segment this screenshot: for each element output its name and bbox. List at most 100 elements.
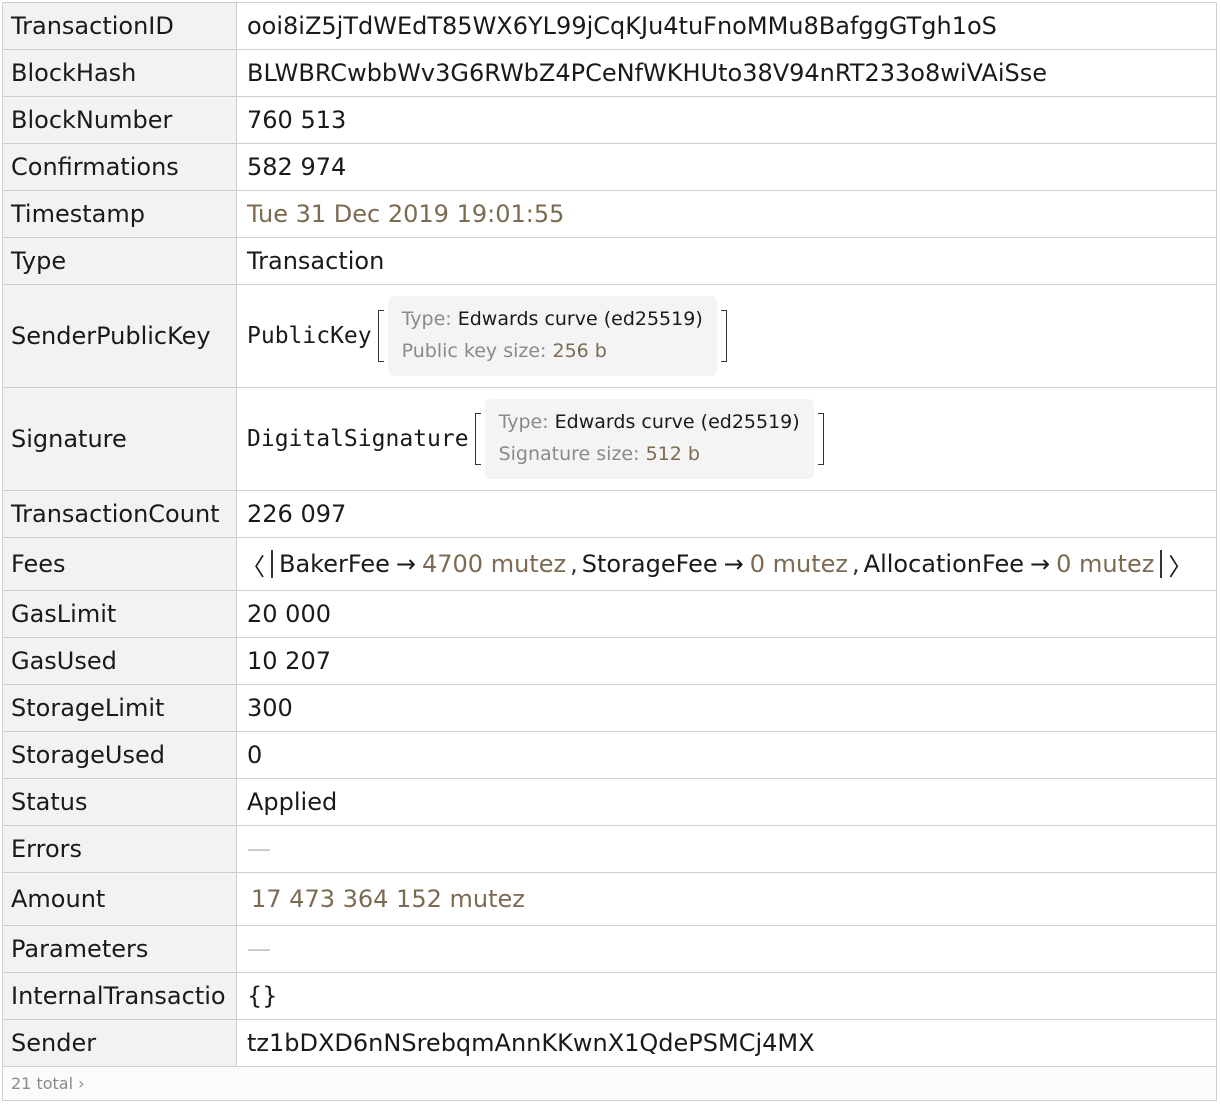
key-amount: Amount — [3, 873, 237, 925]
row-gas-used: GasUsed 10 207 — [3, 638, 1217, 685]
public-key-size-label: Public key size: — [401, 340, 547, 362]
signature-type-label: Type: — [498, 411, 549, 433]
row-signature: Signature DigitalSignature Type: Edwards… — [3, 388, 1217, 491]
fee-separator: , — [852, 550, 860, 578]
public-key-size-value: 256 b — [552, 340, 607, 362]
fee-name: StorageFee — [581, 550, 718, 578]
association-left-bar — [271, 550, 273, 578]
public-key-size-line: Public key size: 256 b — [402, 340, 703, 362]
public-key-panel: Type: Edwards curve (ed25519) Public key… — [387, 296, 717, 376]
row-parameters: Parameters — — [3, 926, 1217, 973]
signature-head: DigitalSignature — [247, 426, 469, 452]
public-key-type-line: Type: Edwards curve (ed25519) — [402, 308, 703, 330]
key-block-number: BlockNumber — [3, 97, 237, 143]
row-internal-transactions: InternalTransactio {} — [3, 973, 1217, 1020]
value-gas-limit: 20 000 — [237, 591, 1217, 637]
right-bracket-icon — [720, 310, 727, 362]
association-right-bar — [1160, 550, 1163, 578]
row-block-number: BlockNumber 760 513 — [3, 97, 1217, 144]
key-storage-limit: StorageLimit — [3, 685, 237, 731]
key-sender-public-key: SenderPublicKey — [3, 285, 237, 387]
key-gas-limit: GasLimit — [3, 591, 237, 637]
key-parameters: Parameters — [3, 926, 237, 972]
key-fees: Fees — [3, 538, 237, 590]
key-storage-used: StorageUsed — [3, 732, 237, 778]
fee-item-baker: BakerFee → 4700 mutez, — [279, 550, 582, 578]
arrow-icon: → — [723, 550, 744, 578]
row-status: Status Applied — [3, 779, 1217, 826]
public-key-summary-box[interactable]: Type: Edwards curve (ed25519) Public key… — [377, 296, 727, 376]
left-bracket-icon — [474, 413, 481, 465]
public-key-type-label: Type: — [401, 308, 452, 330]
fee-item-allocation: AllocationFee → 0 mutez — [864, 550, 1155, 578]
value-gas-used: 10 207 — [237, 638, 1217, 684]
key-status: Status — [3, 779, 237, 825]
key-transaction-id: TransactionID — [3, 3, 237, 49]
association-close-icon: 〉 — [1168, 552, 1193, 581]
fees-association[interactable]: 〈 BakerFee → 4700 mutez, StorageFee → 0 mute… — [241, 547, 1192, 582]
fee-name: AllocationFee — [863, 550, 1024, 578]
key-sender: Sender — [3, 1020, 237, 1066]
value-block-hash: BLWBRCwbbWv3G6RWbZ4PCeNfWKHUto38V94nRT23… — [237, 50, 1217, 96]
row-errors: Errors — — [3, 826, 1217, 873]
signature-type-value: Edwards curve (ed25519) — [554, 411, 800, 433]
row-gas-limit: GasLimit 20 000 — [3, 591, 1217, 638]
arrow-icon: → — [395, 550, 416, 578]
arrow-icon: → — [1030, 550, 1051, 578]
right-bracket-icon — [817, 413, 824, 465]
value-amount: 17 473 364 152 mutez — [237, 873, 1217, 925]
total-count-link[interactable]: 21 total › — [11, 1074, 85, 1093]
row-amount: Amount 17 473 364 152 mutez — [3, 873, 1217, 926]
left-bracket-icon — [377, 310, 384, 362]
value-type: Transaction — [237, 238, 1217, 284]
fee-amount: 4700 mutez — [421, 550, 567, 578]
signature-panel: Type: Edwards curve (ed25519) Signature … — [484, 399, 814, 479]
key-confirmations: Confirmations — [3, 144, 237, 190]
value-parameters: — — [237, 926, 1217, 972]
value-fees: 〈 BakerFee → 4700 mutez, StorageFee → 0 mute… — [237, 538, 1217, 590]
fee-amount: 0 mutez — [1056, 550, 1155, 578]
key-signature: Signature — [3, 388, 237, 490]
fee-item-storage: StorageFee → 0 mutez, — [582, 550, 864, 578]
row-timestamp: Timestamp Tue 31 Dec 2019 19:01:55 — [3, 191, 1217, 238]
public-key-head: PublicKey — [247, 323, 372, 349]
value-errors: — — [237, 826, 1217, 872]
key-timestamp: Timestamp — [3, 191, 237, 237]
key-internal-transactions: InternalTransactio — [3, 973, 237, 1019]
association-open-icon: 〈 — [241, 552, 265, 581]
value-sender-public-key: PublicKey Type: Edwards curve (ed25519) … — [237, 285, 1217, 387]
row-storage-limit: StorageLimit 300 — [3, 685, 1217, 732]
value-storage-limit: 300 — [237, 685, 1217, 731]
value-timestamp: Tue 31 Dec 2019 19:01:55 — [237, 191, 1217, 237]
value-signature: DigitalSignature Type: Edwards curve (ed… — [237, 388, 1217, 490]
row-type: Type Transaction — [3, 238, 1217, 285]
value-transaction-count: 226 097 — [237, 491, 1217, 537]
value-confirmations: 582 974 — [237, 144, 1217, 190]
value-storage-used: 0 — [237, 732, 1217, 778]
value-status: Applied — [237, 779, 1217, 825]
fee-name: BakerFee — [279, 550, 390, 578]
key-gas-used: GasUsed — [3, 638, 237, 684]
row-storage-used: StorageUsed 0 — [3, 732, 1217, 779]
signature-type-line: Type: Edwards curve (ed25519) — [499, 411, 800, 433]
row-sender: Sender tz1bDXD6nNSrebqmAnnKKwnX1QdePSMCj… — [3, 1020, 1217, 1067]
grid-footer: 21 total › — [3, 1067, 1217, 1101]
row-transaction-id: TransactionID ooi8iZ5jTdWEdT85WX6YL99jCq… — [3, 3, 1217, 50]
signature-summary-box[interactable]: Type: Edwards curve (ed25519) Signature … — [474, 399, 824, 479]
fee-separator: , — [570, 550, 578, 578]
row-block-hash: BlockHash BLWBRCwbbWv3G6RWbZ4PCeNfWKHUto… — [3, 50, 1217, 97]
key-transaction-count: TransactionCount — [3, 491, 237, 537]
row-fees: Fees 〈 BakerFee → 4700 mutez, StorageFee → 0… — [3, 538, 1217, 591]
key-type: Type — [3, 238, 237, 284]
row-sender-public-key: SenderPublicKey PublicKey Type: Edwards … — [3, 285, 1217, 388]
row-confirmations: Confirmations 582 974 — [3, 144, 1217, 191]
association-grid: TransactionID ooi8iZ5jTdWEdT85WX6YL99jCq… — [2, 2, 1217, 1101]
signature-size-value: 512 b — [645, 443, 700, 465]
signature-size-line: Signature size: 512 b — [499, 443, 800, 465]
public-key-type-value: Edwards curve (ed25519) — [457, 308, 703, 330]
value-sender: tz1bDXD6nNSrebqmAnnKKwnX1QdePSMCj4MX — [237, 1020, 1217, 1066]
row-transaction-count: TransactionCount 226 097 — [3, 491, 1217, 538]
value-block-number: 760 513 — [237, 97, 1217, 143]
signature-size-label: Signature size: — [498, 443, 640, 465]
value-internal-transactions: {} — [237, 973, 1217, 1019]
